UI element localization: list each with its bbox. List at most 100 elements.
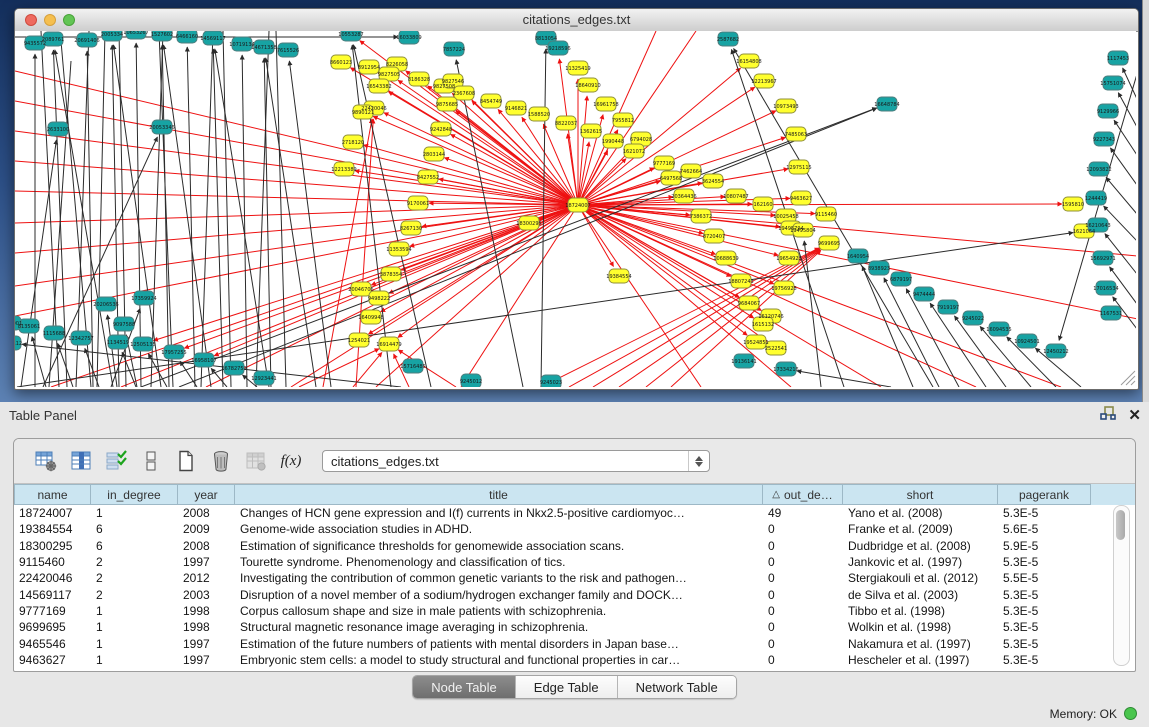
table-cell[interactable]: 2009 bbox=[178, 521, 235, 537]
table-header-row[interactable]: namein_degreeyeartitle△out_de…shortpager… bbox=[14, 484, 1135, 505]
table-cell[interactable]: 2008 bbox=[178, 538, 235, 554]
table-cell[interactable]: Disruption of a novel member of a sodium… bbox=[235, 586, 763, 602]
network-canvas[interactable]: 1872400786601238912954822605898275058186… bbox=[15, 31, 1136, 387]
table-cell[interactable]: Estimation of the future numbers of pati… bbox=[235, 635, 763, 651]
table-cell[interactable]: 2 bbox=[91, 586, 178, 602]
table-cell[interactable]: Embryonic stem cells: a model to study s… bbox=[235, 652, 763, 668]
table-cell[interactable]: 1997 bbox=[178, 635, 235, 651]
tab-network-table[interactable]: Network Table bbox=[618, 676, 736, 698]
table-cell[interactable]: 49 bbox=[763, 505, 843, 521]
network-graph[interactable]: 1872400786601238912954822605898275058186… bbox=[15, 31, 1136, 387]
table-cell[interactable]: 2 bbox=[91, 570, 178, 586]
table-cell[interactable]: 6 bbox=[91, 521, 178, 537]
table-cell[interactable]: Estimation of significance thresholds fo… bbox=[235, 538, 763, 554]
table-cell[interactable]: 6 bbox=[91, 538, 178, 554]
column-header-title[interactable]: title bbox=[235, 484, 763, 505]
table-cell[interactable]: Tourette syndrome. Phenomenology and cla… bbox=[235, 554, 763, 570]
function-builder-icon[interactable]: f(x) bbox=[279, 448, 303, 474]
table-row[interactable]: 977716911998Corpus callosum shape and si… bbox=[14, 603, 1135, 619]
table-row[interactable]: 1872400712008Changes of HCN gene express… bbox=[14, 505, 1135, 521]
table-cell[interactable]: Nakamura et al. (1997) bbox=[843, 635, 998, 651]
table-row[interactable]: 946554611997Estimation of the future num… bbox=[14, 635, 1135, 651]
dropdown-stepper-icon[interactable] bbox=[688, 451, 709, 471]
table-cell[interactable]: 1 bbox=[91, 635, 178, 651]
table-scrollbar-thumb[interactable] bbox=[1116, 510, 1125, 540]
table-scrollbar[interactable] bbox=[1113, 505, 1130, 666]
table-cell[interactable]: 1 bbox=[91, 619, 178, 635]
table-cell[interactable]: 2008 bbox=[178, 505, 235, 521]
table-row[interactable]: 2242004622012Investigating the contribut… bbox=[14, 570, 1135, 586]
memory-status-icon[interactable] bbox=[1124, 707, 1137, 720]
table-cell[interactable]: 9115460 bbox=[14, 554, 91, 570]
table-cell[interactable]: 14569117 bbox=[14, 586, 91, 602]
table-cell[interactable]: 5.3E-5 bbox=[998, 603, 1091, 619]
table-cell[interactable]: 22420046 bbox=[14, 570, 91, 586]
table-row[interactable]: 1830029562008Estimation of significance … bbox=[14, 538, 1135, 554]
tab-edge-table[interactable]: Edge Table bbox=[516, 676, 618, 698]
table-cell[interactable]: 2003 bbox=[178, 586, 235, 602]
table-cell[interactable]: 9465546 bbox=[14, 635, 91, 651]
table-row[interactable]: 1456911722003Disruption of a novel membe… bbox=[14, 586, 1135, 602]
select-rows-icon[interactable] bbox=[104, 448, 128, 474]
window-resize-grip[interactable] bbox=[1121, 371, 1135, 385]
table-cell[interactable]: 18300295 bbox=[14, 538, 91, 554]
table-cell[interactable]: 1 bbox=[91, 505, 178, 521]
column-header-name[interactable]: name bbox=[14, 484, 91, 505]
table-cell[interactable]: 0 bbox=[763, 603, 843, 619]
table-cell[interactable]: Stergiakouli et al. (2012) bbox=[843, 570, 998, 586]
table-cell[interactable]: Hescheler et al. (1997) bbox=[843, 652, 998, 668]
table-cell[interactable]: 1 bbox=[91, 603, 178, 619]
table-cell[interactable]: 9777169 bbox=[14, 603, 91, 619]
table-cell[interactable]: 0 bbox=[763, 570, 843, 586]
table-cell[interactable]: 0 bbox=[763, 538, 843, 554]
table-cell[interactable]: 5.3E-5 bbox=[998, 505, 1091, 521]
import-table-icon[interactable] bbox=[244, 448, 268, 474]
table-cell[interactable]: 9463627 bbox=[14, 652, 91, 668]
table-cell[interactable]: 0 bbox=[763, 619, 843, 635]
table-cell[interactable]: 5.3E-5 bbox=[998, 619, 1091, 635]
table-cell[interactable]: Dudbridge et al. (2008) bbox=[843, 538, 998, 554]
table-cell[interactable]: 0 bbox=[763, 521, 843, 537]
table-cell[interactable]: Corpus callosum shape and size in male p… bbox=[235, 603, 763, 619]
column-header-year[interactable]: year bbox=[178, 484, 235, 505]
column-header-short[interactable]: short bbox=[843, 484, 998, 505]
select-columns-icon[interactable] bbox=[69, 448, 93, 474]
network-window-titlebar[interactable]: citations_edges.txt bbox=[15, 9, 1138, 32]
table-row[interactable]: 946362711997Embryonic stem cells: a mode… bbox=[14, 652, 1135, 668]
table-cell[interactable]: 5.3E-5 bbox=[998, 652, 1091, 668]
table-select-dropdown[interactable]: citations_edges.txt bbox=[322, 450, 710, 472]
table-cell[interactable]: Changes of HCN gene expression and I(f) … bbox=[235, 505, 763, 521]
network-window[interactable]: citations_edges.txt 18724007866012389129… bbox=[14, 8, 1139, 390]
table-cell[interactable]: 0 bbox=[763, 554, 843, 570]
table-cell[interactable]: 2012 bbox=[178, 570, 235, 586]
table-cell[interactable]: 5.9E-5 bbox=[998, 538, 1091, 554]
table-cell[interactable]: Tibbo et al. (1998) bbox=[843, 603, 998, 619]
column-header-in_degree[interactable]: in_degree bbox=[91, 484, 178, 505]
table-cell[interactable]: 1997 bbox=[178, 554, 235, 570]
table-cell[interactable]: Jankovic et al. (1997) bbox=[843, 554, 998, 570]
table-cell[interactable]: 1998 bbox=[178, 619, 235, 635]
row-height-icon[interactable] bbox=[139, 448, 163, 474]
table-cell[interactable]: 0 bbox=[763, 652, 843, 668]
table-row[interactable]: 969969511998Structural magnetic resonanc… bbox=[14, 619, 1135, 635]
table-cell[interactable]: Yano et al. (2008) bbox=[843, 505, 998, 521]
table-cell[interactable]: 1997 bbox=[178, 652, 235, 668]
table-cell[interactable]: 0 bbox=[763, 586, 843, 602]
table-cell[interactable]: de Silva et al. (2003) bbox=[843, 586, 998, 602]
table-row[interactable]: 1938455462009Genome-wide association stu… bbox=[14, 521, 1135, 537]
table-cell[interactable]: Franke et al. (2009) bbox=[843, 521, 998, 537]
table-cell[interactable]: 1998 bbox=[178, 603, 235, 619]
table-cell[interactable]: 5.3E-5 bbox=[998, 554, 1091, 570]
table-cell[interactable]: Genome-wide association studies in ADHD. bbox=[235, 521, 763, 537]
table-row[interactable]: 911546021997Tourette syndrome. Phenomeno… bbox=[14, 554, 1135, 570]
delete-table-icon[interactable] bbox=[209, 448, 233, 474]
table-cell[interactable]: 1 bbox=[91, 652, 178, 668]
table-settings-icon[interactable] bbox=[34, 448, 58, 474]
column-header-pagerank[interactable]: pagerank bbox=[998, 484, 1091, 505]
tab-node-table[interactable]: Node Table bbox=[413, 676, 516, 698]
table-cell[interactable]: 5.3E-5 bbox=[998, 586, 1091, 602]
table-cell[interactable]: 19384554 bbox=[14, 521, 91, 537]
table-cell[interactable]: 5.3E-5 bbox=[998, 635, 1091, 651]
table-cell[interactable]: 2 bbox=[91, 554, 178, 570]
table-cell[interactable]: Structural magnetic resonance image aver… bbox=[235, 619, 763, 635]
